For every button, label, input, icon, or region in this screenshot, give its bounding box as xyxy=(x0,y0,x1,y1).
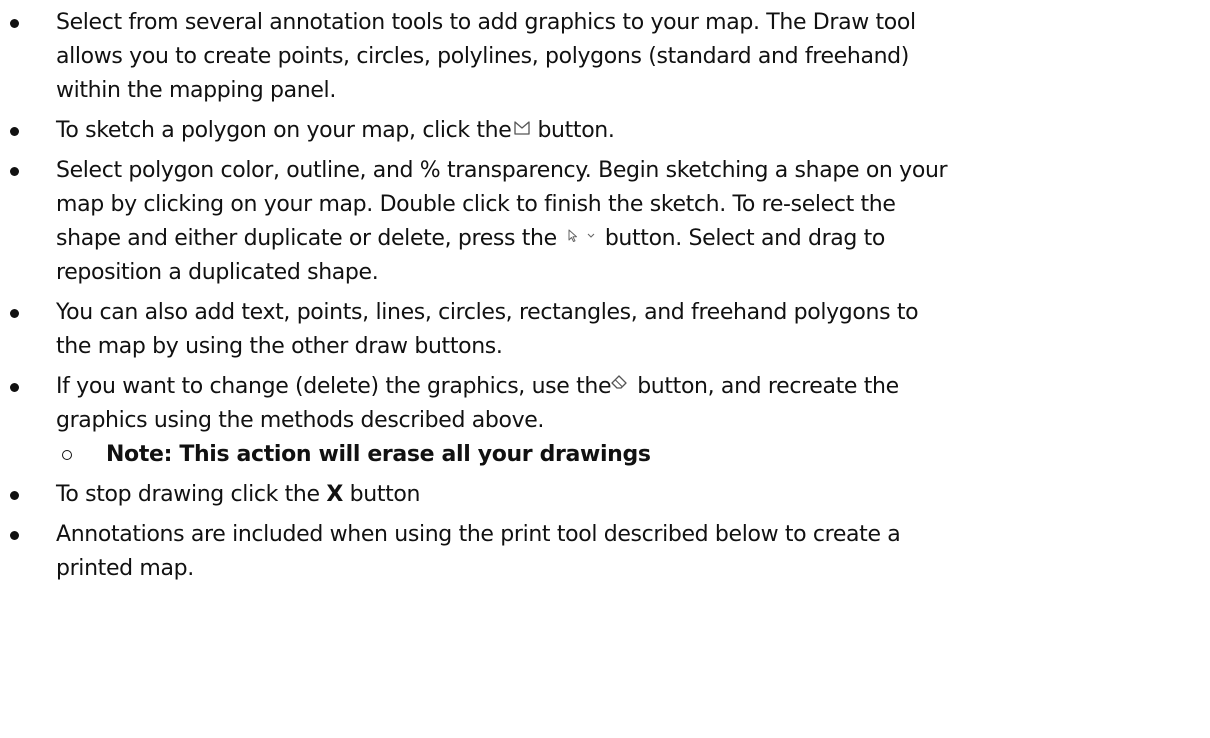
text-line: Select polygon color, outline, and % tra… xyxy=(56,158,948,183)
text-line: the map by using the other draw buttons. xyxy=(56,334,503,359)
text-fragment: button. Select and drag to xyxy=(604,226,886,251)
x-button-label: X xyxy=(326,482,343,507)
eraser-icon xyxy=(609,372,631,392)
bullet-annotation-tools: Select from several annotation tools to … xyxy=(0,6,1210,108)
text-line: map by clicking on your map. Double clic… xyxy=(56,192,896,217)
sub-list: Note: This action will erase all your dr… xyxy=(56,438,1196,472)
text-line: If you want to change (delete) the graph… xyxy=(56,370,1196,404)
select-pointer-dropdown-icon xyxy=(561,228,601,244)
polygon-draw-icon xyxy=(513,119,531,137)
note-erase-warning: Note: This action will erase all your dr… xyxy=(56,438,1196,472)
text-line: graphics using the methods described abo… xyxy=(56,408,545,433)
text-fragment: button xyxy=(349,482,421,507)
text-fragment: button, and recreate the xyxy=(637,374,899,399)
bullet-delete-graphics: If you want to change (delete) the graph… xyxy=(0,370,1210,472)
bullet-print-annotations: Annotations are included when using the … xyxy=(0,518,1210,586)
text-fragment: button. xyxy=(537,118,615,143)
bullet-stop-drawing: To stop drawing click the X button xyxy=(0,478,1210,512)
text-line: To stop drawing click the X button xyxy=(56,478,1196,512)
text-fragment: If you want to change (delete) the graph… xyxy=(56,374,612,399)
text-line: You can also add text, points, lines, ci… xyxy=(56,300,919,325)
text-fragment: To sketch a polygon on your map, click t… xyxy=(56,118,512,143)
text-line: Select from several annotation tools to … xyxy=(56,10,916,35)
text-line: within the mapping panel. xyxy=(56,78,336,103)
bullet-polygon-options: Select polygon color, outline, and % tra… xyxy=(0,154,1210,290)
text-fragment: shape and either duplicate or delete, pr… xyxy=(56,226,557,251)
bullet-list: Select from several annotation tools to … xyxy=(0,6,1210,592)
text-line: allows you to create points, circles, po… xyxy=(56,44,910,69)
text-line: To sketch a polygon on your map, click t… xyxy=(56,114,1196,148)
bullet-sketch-polygon: To sketch a polygon on your map, click t… xyxy=(0,114,1210,148)
instruction-document: Select from several annotation tools to … xyxy=(0,0,1210,738)
text-line: printed map. xyxy=(56,556,194,581)
text-line: Annotations are included when using the … xyxy=(56,522,901,547)
text-fragment: To stop drawing click the xyxy=(56,482,320,507)
text-line: reposition a duplicated shape. xyxy=(56,260,379,285)
text-line: shape and either duplicate or delete, pr… xyxy=(56,222,1196,256)
bullet-other-draw-buttons: You can also add text, points, lines, ci… xyxy=(0,296,1210,364)
